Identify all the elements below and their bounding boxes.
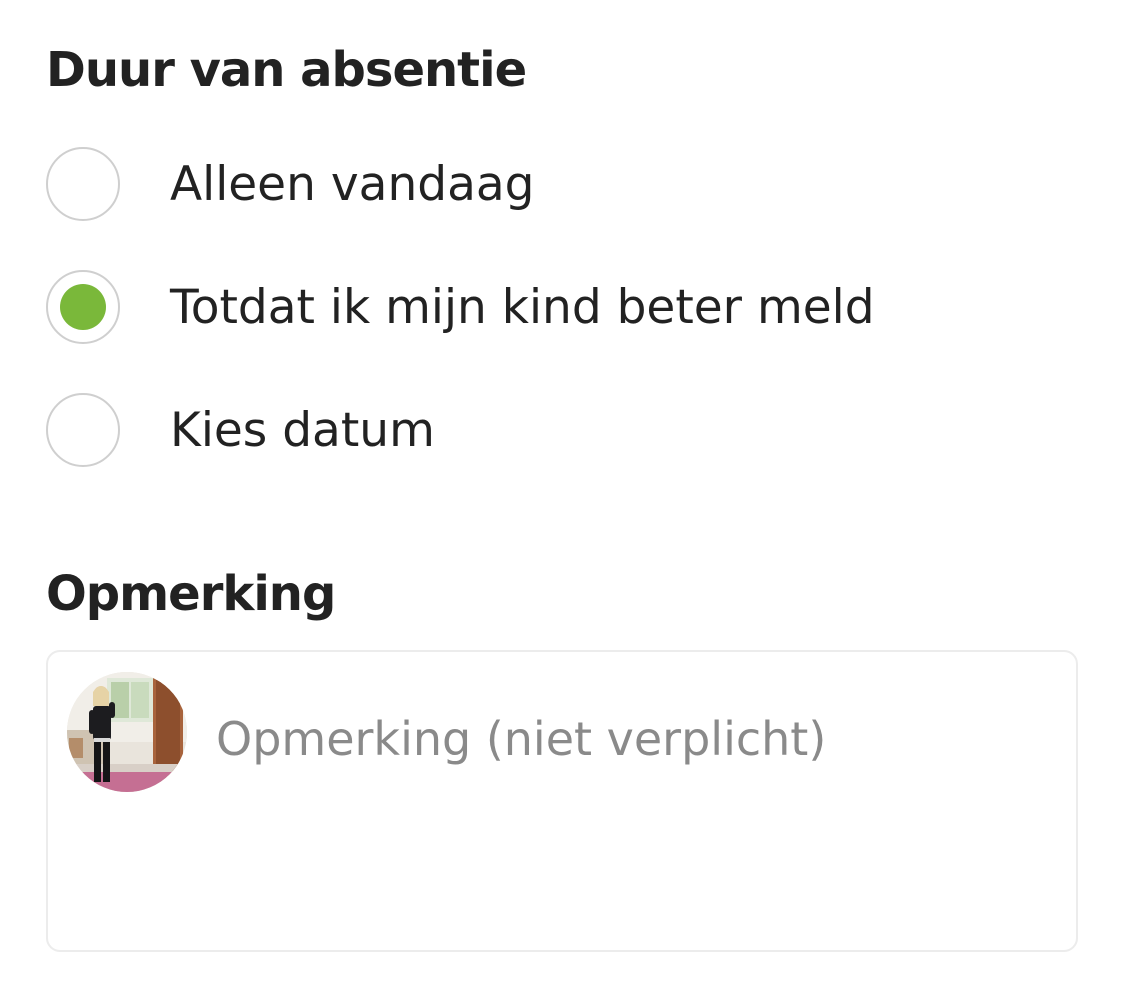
radio-button-choose-date[interactable] <box>46 393 120 467</box>
radio-button-today[interactable] <box>46 147 120 221</box>
radio-button-until-better[interactable] <box>46 270 120 344</box>
avatar <box>67 672 187 792</box>
radio-selected-dot <box>60 284 106 330</box>
remark-section-title: Opmerking <box>46 566 336 622</box>
remark-input[interactable] <box>216 704 1046 774</box>
radio-label-today[interactable]: Alleen vandaag <box>170 157 535 212</box>
radio-option-until-better[interactable]: Totdat ik mijn kind beter meld <box>46 268 875 346</box>
user-avatar-icon <box>67 672 187 792</box>
radio-label-choose-date[interactable]: Kies datum <box>170 403 435 458</box>
duration-section-title: Duur van absentie <box>46 42 527 98</box>
radio-label-until-better[interactable]: Totdat ik mijn kind beter meld <box>170 280 875 335</box>
radio-option-today[interactable]: Alleen vandaag <box>46 145 535 223</box>
radio-option-choose-date[interactable]: Kies datum <box>46 391 435 469</box>
remark-box[interactable] <box>46 650 1078 952</box>
